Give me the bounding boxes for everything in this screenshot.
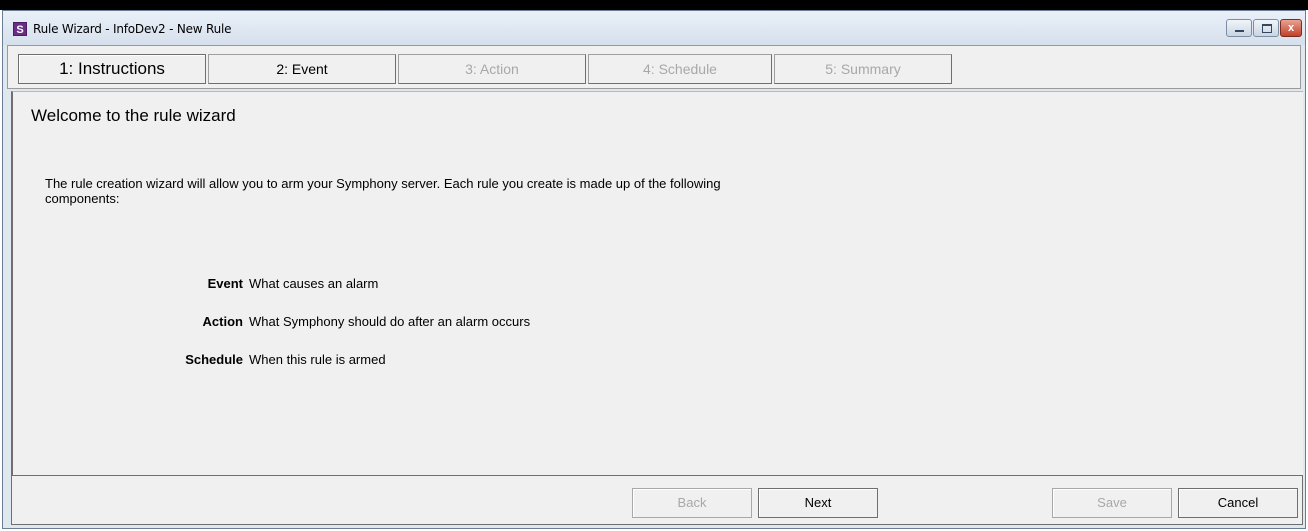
next-button[interactable]: Next xyxy=(758,488,878,518)
save-button[interactable]: Save xyxy=(1052,488,1172,518)
instructions-panel: Welcome to the rule wizard The rule crea… xyxy=(11,91,1303,475)
maximize-icon[interactable] xyxy=(1253,19,1279,37)
title-bar[interactable]: S Rule Wizard - InfoDev2 - New Rule x xyxy=(3,11,1305,45)
tab-schedule[interactable]: 4: Schedule xyxy=(588,54,772,84)
cancel-button[interactable]: Cancel xyxy=(1178,488,1298,518)
wizard-step-tabs: 1: Instructions 2: Event 3: Action 4: Sc… xyxy=(7,45,1301,89)
close-icon[interactable]: x xyxy=(1280,19,1302,37)
app-logo-icon: S xyxy=(13,22,27,36)
wizard-footer: Back Next Save Cancel xyxy=(11,475,1303,525)
minimize-icon[interactable] xyxy=(1226,19,1252,37)
window-title: Rule Wizard - InfoDev2 - New Rule xyxy=(33,22,232,36)
intro-text: The rule creation wizard will allow you … xyxy=(45,176,721,206)
back-button[interactable]: Back xyxy=(632,488,752,518)
component-description: What Symphony should do after an alarm o… xyxy=(249,314,531,329)
rule-wizard-window: S Rule Wizard - InfoDev2 - New Rule x 1:… xyxy=(2,10,1306,529)
component-description: When this rule is armed xyxy=(249,352,386,367)
tab-summary[interactable]: 5: Summary xyxy=(774,54,952,84)
tab-event[interactable]: 2: Event xyxy=(208,54,396,84)
desktop-top-edge xyxy=(0,0,1308,10)
component-description: What causes an alarm xyxy=(249,276,379,291)
page-title: Welcome to the rule wizard xyxy=(31,106,236,125)
component-name: Action xyxy=(202,314,243,329)
tab-instructions[interactable]: 1: Instructions xyxy=(18,54,206,84)
component-name: Schedule xyxy=(185,352,243,367)
tab-action[interactable]: 3: Action xyxy=(398,54,586,84)
component-name: Event xyxy=(207,276,243,291)
